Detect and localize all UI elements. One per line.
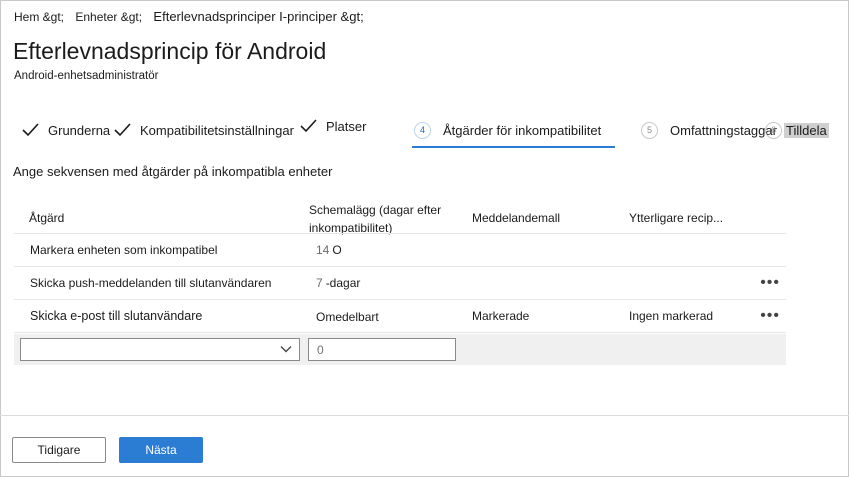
checkmark-icon [300, 119, 317, 133]
step-number: 6 [765, 121, 782, 139]
wizard-steps: Grunderna Kompatibilitetsinställningar P… [0, 112, 849, 152]
action-cell: Markera enheten som inkompatibel [30, 243, 218, 257]
step-label: Platser [326, 118, 367, 134]
footer-divider [0, 415, 849, 416]
schedule-days: 14 [316, 243, 330, 257]
breadcrumb-compliance-policies[interactable]: Efterlevnadsprinciper I-principer &gt; [153, 9, 363, 24]
schedule-unit: O [332, 243, 342, 257]
column-header-recipients[interactable]: Ytterligare recip... [629, 209, 723, 227]
more-options-icon[interactable]: ••• [760, 307, 780, 325]
section-label: Ange sekvensen med åtgärder på inkompati… [13, 164, 333, 179]
step-label: Åtgärder för inkompatibilitet [443, 122, 602, 138]
page-subtitle: Android-enhetsadministratör [14, 70, 159, 82]
step-assign[interactable]: 6 Tilldela [765, 112, 829, 148]
new-action-row [14, 334, 786, 365]
days-input[interactable] [308, 338, 456, 361]
page-title: Efterlevnadsprincip för Android [13, 38, 327, 64]
checkmark-icon [114, 123, 131, 137]
step-compliance-settings[interactable]: Kompatibilitetsinställningar [112, 112, 294, 148]
table-row[interactable]: Skicka e-post till slutanvändare Omedelb… [14, 300, 786, 333]
column-header-message-template[interactable]: Meddelandemall [472, 209, 560, 227]
table-row[interactable]: Skicka push-meddelanden till slutanvända… [14, 267, 786, 300]
more-options-icon[interactable]: ••• [760, 274, 780, 292]
next-button[interactable]: Nästa [119, 437, 203, 463]
action-cell: Skicka e-post till slutanvändare [30, 309, 203, 323]
checkmark-icon [22, 123, 39, 137]
step-noncompliance-actions[interactable]: 4 Åtgärder för inkompatibilitet [414, 112, 601, 148]
template-cell[interactable]: Markerade [472, 300, 529, 332]
column-header-schedule[interactable]: Schemalägg (dagar efter inkompatibilitet… [309, 201, 441, 237]
step-number: 5 [641, 121, 658, 139]
schedule-cell: 14 O [316, 234, 342, 266]
breadcrumb-devices[interactable]: Enheter &gt; [75, 10, 142, 24]
step-scope-tags[interactable]: 5 Omfattningstaggar [641, 112, 777, 148]
step-label: Tilldela [784, 122, 829, 138]
schedule-unit: -dagar [325, 276, 361, 290]
step-label: Omfattningstaggar [670, 122, 777, 138]
step-label: Grunderna [48, 122, 111, 138]
active-step-underline [412, 146, 615, 148]
schedule-cell: 7 -dagar [316, 267, 360, 299]
schedule-cell: Omedelbart [316, 310, 379, 324]
step-locations[interactable]: Platser [298, 108, 366, 144]
step-basics[interactable]: Grunderna [20, 112, 110, 148]
chevron-down-icon [280, 346, 292, 353]
action-cell: Skicka push-meddelanden till slutanvända… [30, 276, 272, 290]
column-header-action[interactable]: Åtgärd [29, 209, 64, 227]
breadcrumb: Hem &gt; Enheter &gt; Efterlevnadsprinci… [14, 9, 372, 24]
action-select[interactable] [20, 338, 300, 361]
step-label: Kompatibilitetsinställningar [140, 122, 294, 138]
schedule-days: 7 [316, 276, 323, 290]
previous-button[interactable]: Tidigare [12, 437, 106, 463]
recipients-cell[interactable]: Ingen markerad [629, 300, 713, 332]
breadcrumb-home[interactable]: Hem &gt; [14, 10, 64, 24]
step-number: 4 [414, 121, 431, 139]
table-row[interactable]: Markera enheten som inkompatibel 14 O [14, 234, 786, 267]
column-header-schedule-line1: Schemalägg (dagar efter [309, 203, 442, 217]
